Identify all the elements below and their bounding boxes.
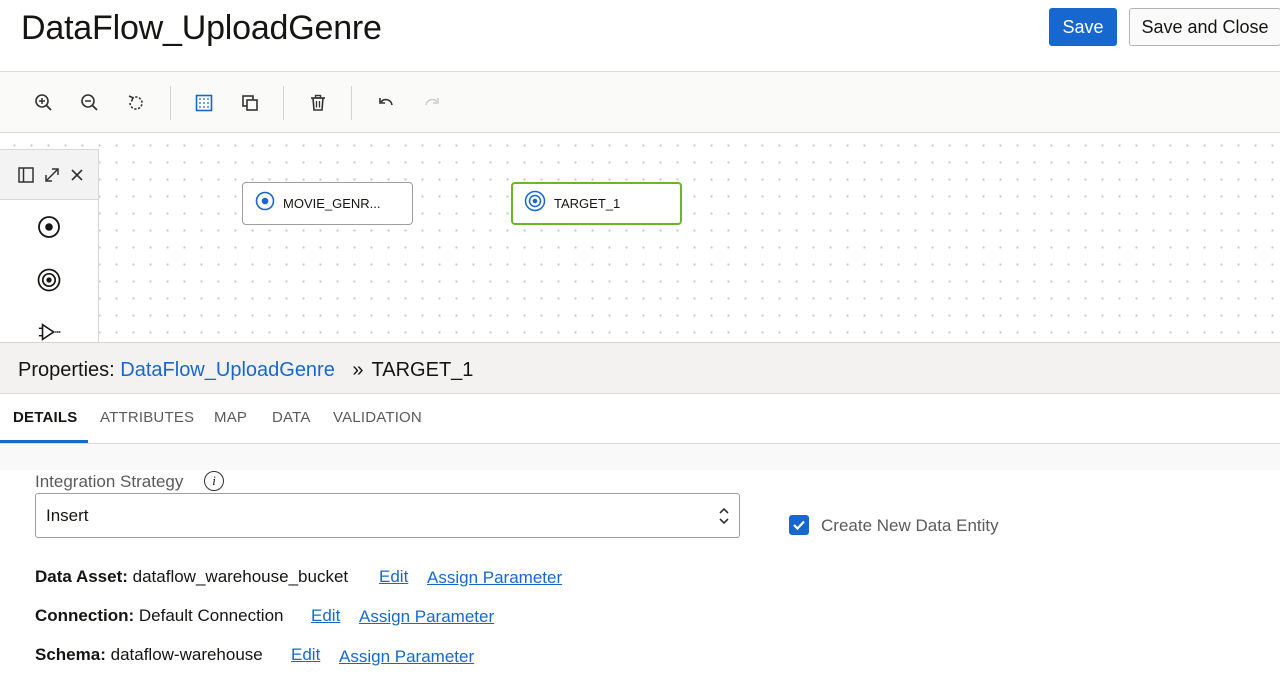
- data-asset-label: Data Asset:: [35, 567, 128, 586]
- breadcrumb-current: TARGET_1: [371, 359, 474, 381]
- data-asset-row: Data Asset: dataflow_warehouse_bucket: [35, 567, 348, 587]
- reset-icon[interactable]: [123, 90, 149, 116]
- target-operator-icon: [524, 190, 546, 217]
- operator-palette: [0, 149, 99, 343]
- expand-icon[interactable]: [40, 163, 64, 187]
- create-entity-label: Create New Data Entity: [821, 516, 999, 535]
- tab-validation[interactable]: VALIDATION: [333, 409, 422, 426]
- integration-strategy-value: Insert: [46, 506, 89, 525]
- create-entity-checkbox[interactable]: [789, 515, 809, 535]
- info-icon[interactable]: i: [204, 471, 224, 491]
- zoom-out-icon[interactable]: [77, 90, 103, 116]
- canvas-toolbar: [0, 72, 1280, 133]
- target-node-label: TARGET_1: [554, 196, 621, 211]
- target-node[interactable]: TARGET_1: [511, 182, 682, 225]
- data-asset-value: dataflow_warehouse_bucket: [132, 567, 349, 586]
- properties-tabs: DETAILS ATTRIBUTES MAP DATA VALIDATION: [0, 394, 1280, 444]
- filter-operator-icon[interactable]: [37, 320, 61, 344]
- tab-attributes[interactable]: ATTRIBUTES: [100, 409, 194, 426]
- integration-strategy-select[interactable]: Insert: [35, 493, 740, 538]
- source-node-label: MOVIE_GENR...: [283, 196, 381, 211]
- data-asset-assign-parameter-link[interactable]: Assign Parameter: [427, 568, 562, 588]
- connection-assign-parameter-link[interactable]: Assign Parameter: [359, 607, 494, 627]
- source-node[interactable]: MOVIE_GENR...: [242, 182, 413, 225]
- connection-label: Connection:: [35, 606, 135, 625]
- integration-strategy-label: Integration Strategy: [35, 472, 184, 491]
- source-operator-icon[interactable]: [37, 215, 61, 239]
- breadcrumb-separator: »: [352, 359, 364, 381]
- connection-value: Default Connection: [138, 606, 284, 625]
- tab-map[interactable]: MAP: [214, 409, 247, 426]
- properties-breadcrumb: Properties: DataFlow_UploadGenre » TARGET…: [18, 359, 473, 382]
- dataflow-canvas[interactable]: MOVIE_GENR... TARGET_1: [0, 133, 1280, 342]
- page-title: DataFlow_UploadGenre: [21, 9, 382, 47]
- details-panel: Integration Strategy i Insert Create New…: [0, 444, 1280, 696]
- undo-icon[interactable]: [373, 90, 399, 116]
- properties-header: Properties: DataFlow_UploadGenre » TARGET…: [0, 342, 1280, 394]
- copy-icon[interactable]: [237, 90, 263, 116]
- schema-value: dataflow-warehouse: [110, 645, 263, 664]
- grid-icon[interactable]: [191, 90, 217, 116]
- save-and-close-button[interactable]: Save and Close: [1129, 8, 1280, 46]
- redo-icon[interactable]: [419, 90, 445, 116]
- properties-prefix: Properties:: [18, 359, 115, 381]
- panel-toggle-icon[interactable]: [14, 163, 38, 187]
- data-asset-edit-link[interactable]: Edit: [379, 567, 408, 587]
- dataflow-breadcrumb-link[interactable]: DataFlow_UploadGenre: [120, 359, 335, 381]
- toolbar-divider: [170, 86, 171, 120]
- close-icon[interactable]: [65, 163, 89, 187]
- schema-edit-link[interactable]: Edit: [291, 645, 320, 665]
- schema-label: Schema:: [35, 645, 106, 664]
- toolbar-divider: [351, 86, 352, 120]
- panel-strip: [0, 444, 1280, 470]
- connection-edit-link[interactable]: Edit: [311, 606, 340, 626]
- source-operator-icon: [255, 191, 275, 216]
- checkmark-icon: [793, 520, 805, 531]
- toolbar-divider: [283, 86, 284, 120]
- delete-icon[interactable]: [305, 90, 331, 116]
- schema-row: Schema: dataflow-warehouse: [35, 645, 263, 665]
- tab-details[interactable]: DETAILS: [13, 409, 77, 426]
- connection-row: Connection: Default Connection: [35, 606, 283, 626]
- schema-assign-parameter-link[interactable]: Assign Parameter: [339, 647, 474, 667]
- page-header: DataFlow_UploadGenre Save Save and Close: [0, 0, 1280, 72]
- tab-data[interactable]: DATA: [272, 409, 311, 426]
- zoom-in-icon[interactable]: [31, 90, 57, 116]
- chevron-up-down-icon: [718, 502, 730, 530]
- save-button[interactable]: Save: [1049, 8, 1117, 46]
- palette-header: [0, 150, 98, 200]
- active-tab-indicator: [0, 440, 88, 443]
- target-operator-icon[interactable]: [37, 268, 61, 292]
